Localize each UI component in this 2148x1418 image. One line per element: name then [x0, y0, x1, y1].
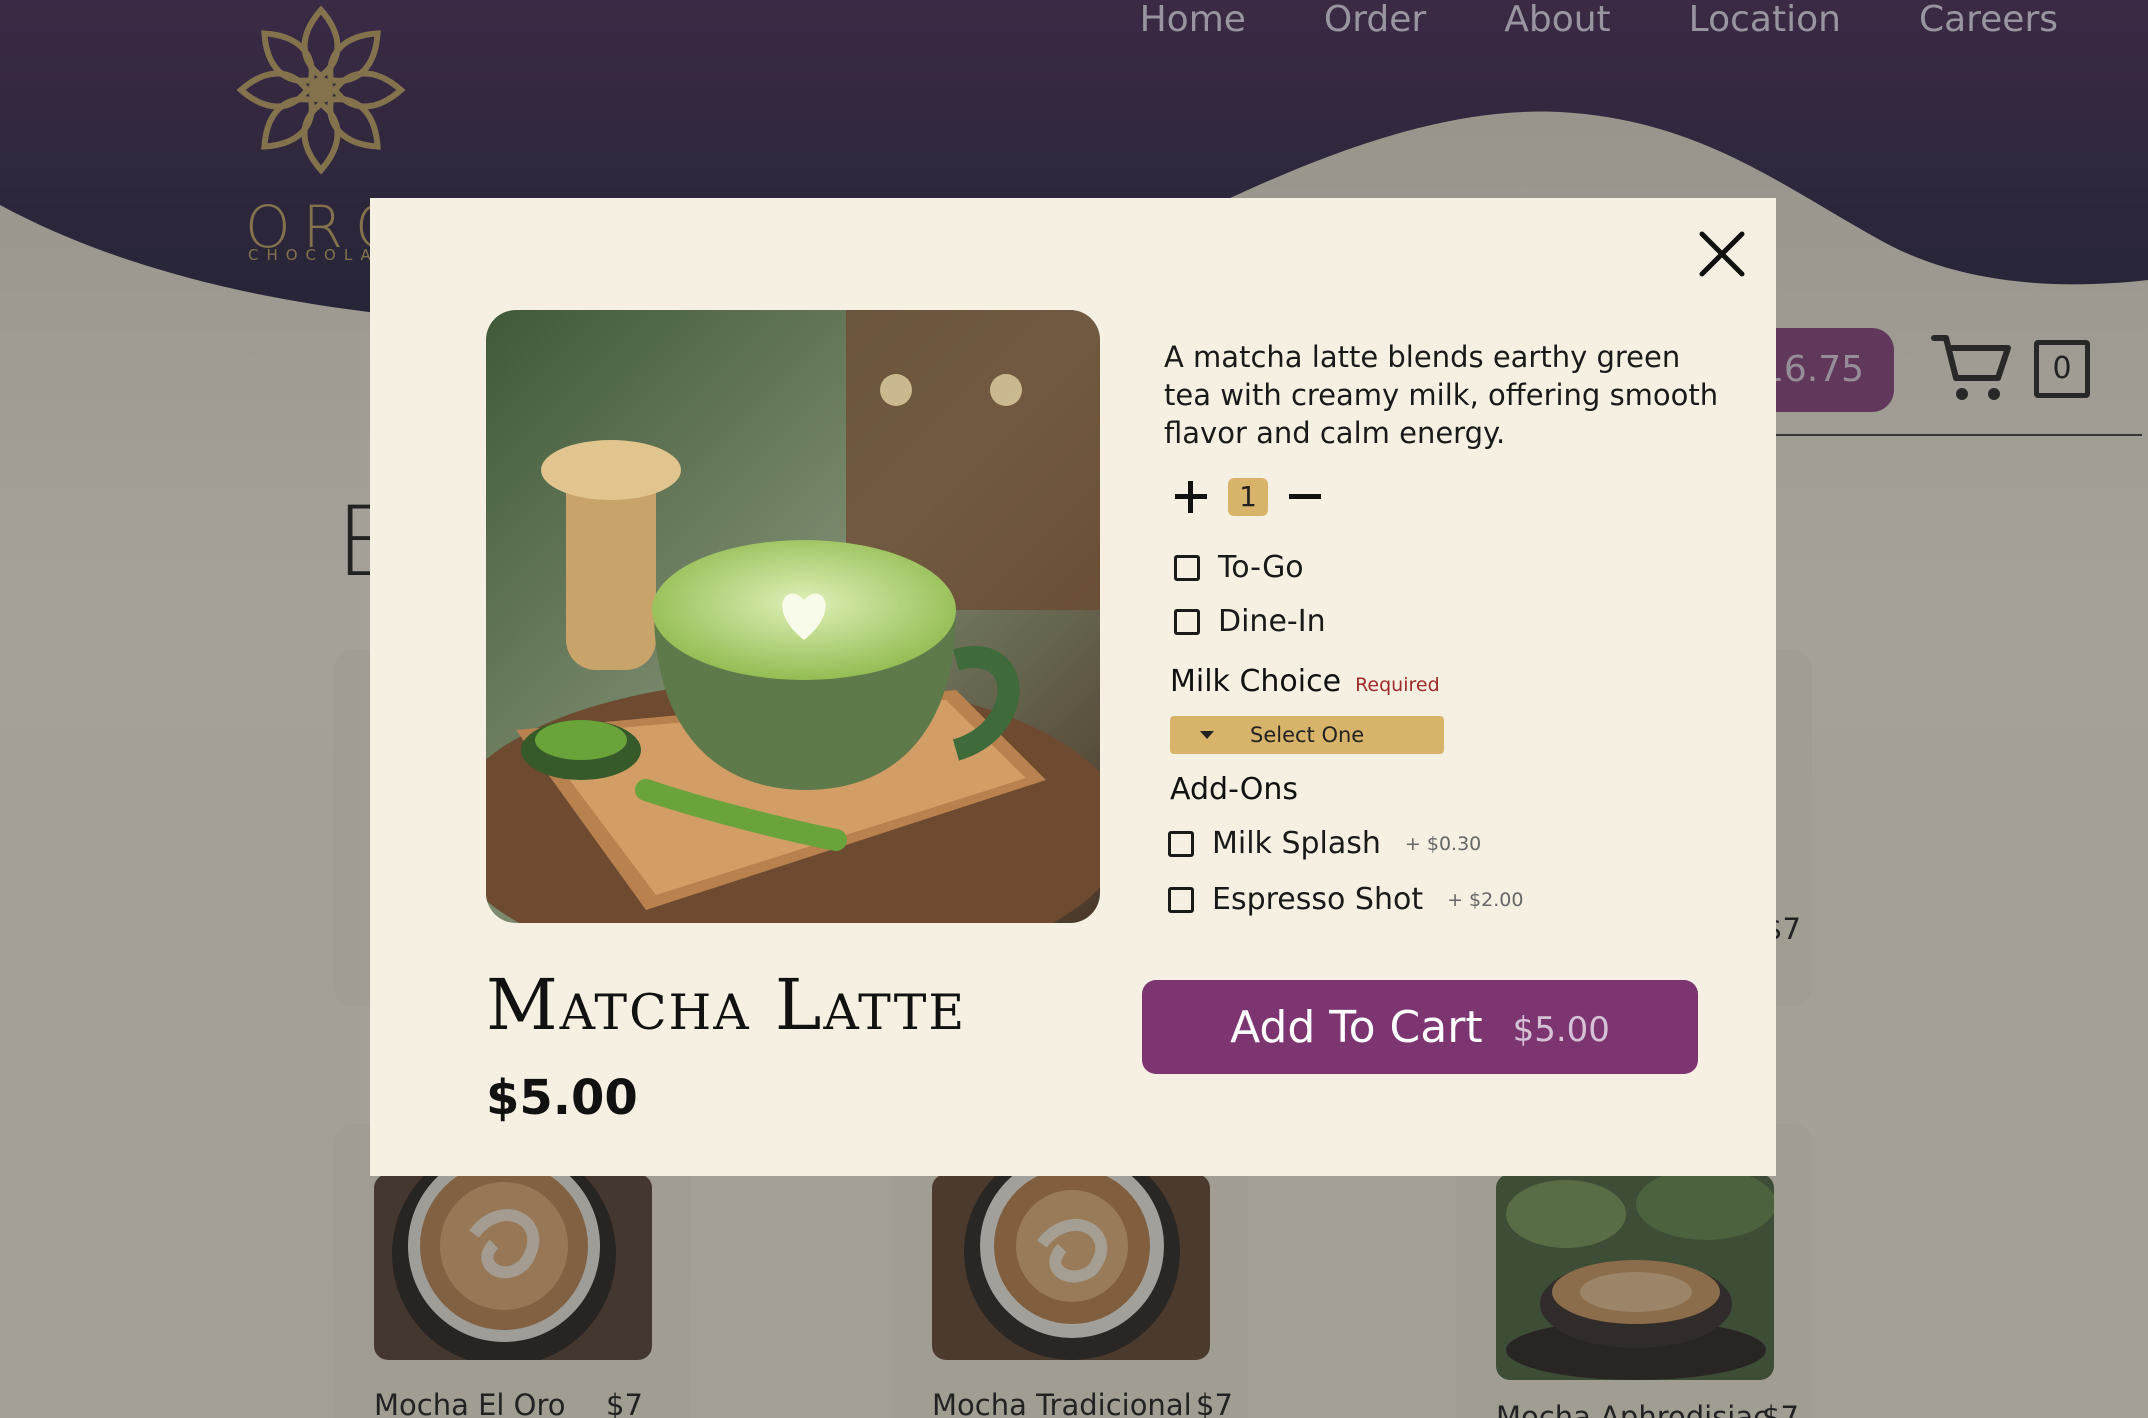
add-to-cart-button[interactable]: Add To Cart $5.00: [1142, 980, 1698, 1074]
addon-espresso-shot[interactable]: Espresso Shot + $2.00: [1168, 882, 1523, 917]
product-modal: Matcha Latte $5.00 A matcha latte blends…: [370, 198, 1776, 1176]
add-to-cart-amount: $5.00: [1512, 1010, 1610, 1050]
milk-choice-select[interactable]: Select One: [1170, 716, 1444, 754]
espresso-shot-checkbox[interactable]: [1168, 886, 1194, 913]
matcha-latte-photo: [486, 310, 1100, 923]
product-title: Matcha Latte: [486, 964, 967, 1046]
dine-in-option[interactable]: Dine-In: [1174, 604, 1326, 639]
addons-heading: Add-Ons: [1170, 772, 1298, 807]
milk-splash-label: Milk Splash: [1212, 826, 1381, 861]
dine-in-label: Dine-In: [1218, 604, 1326, 639]
product-price: $5.00: [486, 1070, 638, 1126]
espresso-shot-label: Espresso Shot: [1212, 882, 1424, 917]
decrement-minus-icon[interactable]: [1282, 474, 1328, 520]
espresso-shot-price: + $2.00: [1447, 888, 1524, 911]
milk-choice-title: Milk Choice: [1170, 664, 1342, 699]
to-go-label: To-Go: [1218, 550, 1304, 585]
dine-in-checkbox[interactable]: [1174, 608, 1200, 635]
close-icon[interactable]: [1692, 224, 1752, 284]
quantity-stepper: 1: [1168, 474, 1328, 520]
product-description: A matcha latte blends earthy green tea w…: [1164, 340, 1719, 450]
required-label: Required: [1355, 674, 1440, 696]
add-to-cart-label: Add To Cart: [1230, 1001, 1483, 1053]
milk-choice-heading: Milk Choice Required: [1170, 664, 1440, 699]
to-go-option[interactable]: To-Go: [1174, 550, 1304, 585]
milk-splash-checkbox[interactable]: [1168, 830, 1194, 857]
milk-choice-value: Select One: [1250, 723, 1365, 747]
caret-down-icon: [1200, 731, 1214, 739]
increment-plus-icon[interactable]: [1168, 474, 1214, 520]
addon-milk-splash[interactable]: Milk Splash + $0.30: [1168, 826, 1481, 861]
to-go-checkbox[interactable]: [1174, 554, 1200, 581]
quantity-value: 1: [1228, 478, 1268, 516]
milk-splash-price: + $0.30: [1404, 832, 1482, 855]
